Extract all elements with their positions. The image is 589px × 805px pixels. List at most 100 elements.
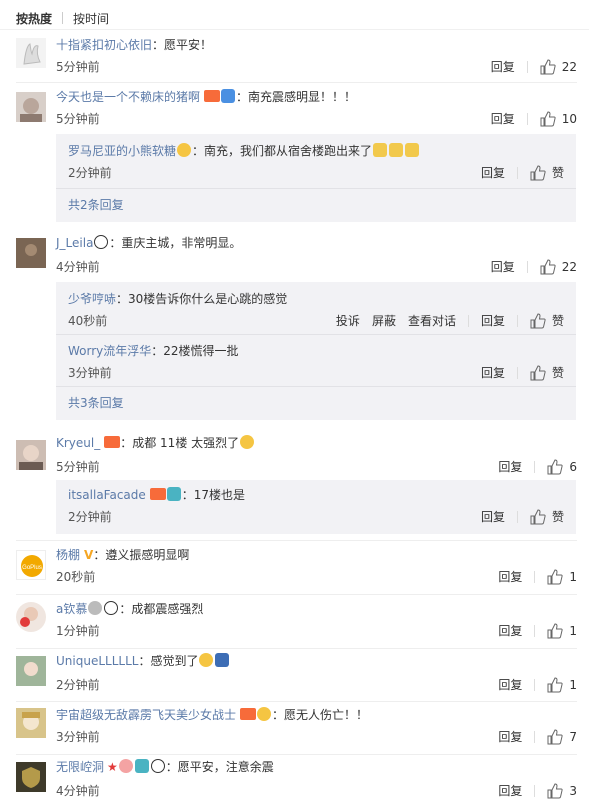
vip-badge-icon bbox=[104, 436, 121, 448]
report-button[interactable]: 投诉 bbox=[336, 312, 360, 329]
reply-button[interactable]: 回复 bbox=[491, 258, 515, 275]
thumbs-up-icon[interactable] bbox=[547, 676, 563, 693]
crying-emoji-icon bbox=[199, 653, 214, 667]
reply-button[interactable]: 回复 bbox=[491, 58, 515, 75]
reply-actions: 回复 赞 bbox=[481, 164, 564, 181]
thumbs-up-icon[interactable] bbox=[547, 782, 563, 799]
reply-button[interactable]: 回复 bbox=[498, 458, 522, 475]
username-link[interactable]: 罗马尼亚的小熊软糖 bbox=[68, 144, 176, 158]
username-link[interactable]: 杨棚 bbox=[56, 548, 80, 562]
thumbs-up-icon[interactable] bbox=[540, 58, 556, 75]
comment-time: 5分钟前 bbox=[56, 112, 100, 126]
action-divider bbox=[534, 570, 536, 583]
comment-time: 20秒前 bbox=[56, 570, 96, 584]
thumbs-up-icon[interactable] bbox=[540, 258, 556, 275]
like-count: 1 bbox=[569, 623, 577, 638]
reply-button[interactable]: 回复 bbox=[481, 312, 505, 329]
avatar[interactable] bbox=[16, 238, 46, 268]
comment-actions: 回复 22 bbox=[491, 58, 577, 75]
like-label[interactable]: 赞 bbox=[552, 312, 564, 329]
like-count: 7 bbox=[569, 729, 577, 744]
username-link[interactable]: Kryeul_ bbox=[56, 436, 100, 450]
more-replies-link[interactable]: 共3条回复 bbox=[68, 394, 124, 411]
comment-actions: 回复 1 bbox=[498, 622, 577, 639]
laughing-emoji-icon bbox=[240, 435, 255, 449]
username-link[interactable]: a钦慕 bbox=[56, 602, 87, 616]
username-link[interactable]: UniqueLLLLLL bbox=[56, 654, 138, 668]
reply-button[interactable]: 回复 bbox=[498, 676, 522, 693]
reply-button[interactable]: 回复 bbox=[481, 364, 505, 381]
reply-text: ：南充，我们都从宿舍楼跑出来了 bbox=[192, 144, 373, 158]
comment-actions: 回复 1 bbox=[498, 676, 577, 693]
avatar[interactable] bbox=[16, 440, 46, 470]
like-count: 3 bbox=[569, 783, 577, 798]
reply-button[interactable]: 回复 bbox=[481, 164, 505, 181]
comment-item: UniqueLLLLLL：感觉到了 2分钟前 回复 1 bbox=[0, 652, 589, 704]
thumbs-up-icon[interactable] bbox=[547, 458, 563, 475]
like-label[interactable]: 赞 bbox=[552, 508, 564, 525]
panda-emoji-icon bbox=[94, 235, 109, 249]
reply-button[interactable]: 回复 bbox=[498, 568, 522, 585]
comment-text: ：愿无人伤亡！！ bbox=[272, 708, 369, 722]
thumbs-up-icon[interactable] bbox=[530, 312, 546, 329]
medal-badge-icon bbox=[88, 601, 103, 615]
reply-button[interactable]: 回复 bbox=[481, 508, 505, 525]
username-link[interactable]: Worry流年浮华 bbox=[68, 344, 151, 358]
candle-emoji-icon bbox=[405, 143, 420, 157]
action-divider bbox=[516, 314, 518, 327]
block-button[interactable]: 屏蔽 bbox=[372, 312, 396, 329]
username-link[interactable]: J_Leila bbox=[56, 236, 93, 250]
username-link[interactable]: 无限崆洞 bbox=[56, 760, 104, 774]
reply-button[interactable]: 回复 bbox=[498, 782, 522, 799]
comment-time: 5分钟前 bbox=[56, 60, 100, 74]
view-thread-button[interactable]: 查看对话 bbox=[408, 312, 456, 329]
comment-time: 4分钟前 bbox=[56, 784, 100, 798]
thumbs-up-icon[interactable] bbox=[530, 364, 546, 381]
reply-button[interactable]: 回复 bbox=[498, 622, 522, 639]
avatar[interactable] bbox=[16, 602, 46, 632]
comment-line: Kryeul_ ：成都 11楼 太强烈了 bbox=[56, 434, 577, 452]
like-count: 1 bbox=[569, 677, 577, 692]
avatar[interactable] bbox=[16, 38, 46, 68]
reply-divider bbox=[56, 334, 576, 335]
action-divider bbox=[467, 314, 469, 327]
username-link[interactable]: itsallaFacade bbox=[68, 488, 146, 502]
more-replies-link[interactable]: 共2条回复 bbox=[68, 196, 124, 213]
reply-box: itsallaFacade ：17楼也是 2分钟前 回复 赞 bbox=[56, 480, 576, 534]
comment-item: 十指紧扣初心依旧：愿平安！ 5分钟前 回复 22 bbox=[0, 34, 589, 84]
avatar[interactable]: GoPlus bbox=[16, 550, 46, 580]
comment-item: 宇宙超级无敌霹雳飞天美少女战士 ：愿无人伤亡！！ 3分钟前 回复 7 bbox=[0, 706, 589, 756]
shield-logo-icon bbox=[16, 762, 46, 792]
star-badge-icon: ★ bbox=[107, 760, 118, 774]
avatar[interactable] bbox=[16, 708, 46, 738]
username-link[interactable]: 宇宙超级无敌霹雳飞天美少女战士 bbox=[56, 708, 236, 722]
thumbs-up-icon[interactable] bbox=[547, 568, 563, 585]
comment-line: 杨棚 V：遵义振感明显啊 bbox=[56, 546, 577, 564]
thumbs-up-icon[interactable] bbox=[547, 622, 563, 639]
sort-by-hot-tab[interactable]: 按热度 bbox=[16, 10, 52, 27]
like-label[interactable]: 赞 bbox=[552, 364, 564, 381]
username-link[interactable]: 少爷哼哧 bbox=[68, 292, 116, 306]
thumbs-up-icon[interactable] bbox=[530, 164, 546, 181]
reply-button[interactable]: 回复 bbox=[491, 110, 515, 127]
like-count: 6 bbox=[569, 459, 577, 474]
comment-item: a钦慕 ：成都震感强烈 1分钟前 回复 1 bbox=[0, 600, 589, 650]
username-link[interactable]: 十指紧扣初心依旧 bbox=[56, 38, 152, 52]
avatar[interactable] bbox=[16, 656, 46, 686]
thumbs-up-icon[interactable] bbox=[530, 508, 546, 525]
comment-actions: 回复 6 bbox=[498, 458, 577, 475]
action-divider bbox=[526, 60, 528, 73]
user-photo-icon bbox=[20, 98, 42, 122]
thumbs-up-icon[interactable] bbox=[540, 110, 556, 127]
user-photo-icon bbox=[19, 445, 43, 470]
username-link[interactable]: 今天也是一个不赖床的猪啊 bbox=[56, 90, 200, 104]
sort-by-time-tab[interactable]: 按时间 bbox=[73, 10, 109, 27]
sort-bar: 按热度 按时间 bbox=[16, 8, 109, 28]
row-divider bbox=[16, 540, 577, 541]
reply-button[interactable]: 回复 bbox=[498, 728, 522, 745]
avatar[interactable] bbox=[16, 762, 46, 792]
like-label[interactable]: 赞 bbox=[552, 164, 564, 181]
comment-line: UniqueLLLLLL：感觉到了 bbox=[56, 652, 577, 670]
avatar[interactable] bbox=[16, 92, 46, 122]
thumbs-up-icon[interactable] bbox=[547, 728, 563, 745]
